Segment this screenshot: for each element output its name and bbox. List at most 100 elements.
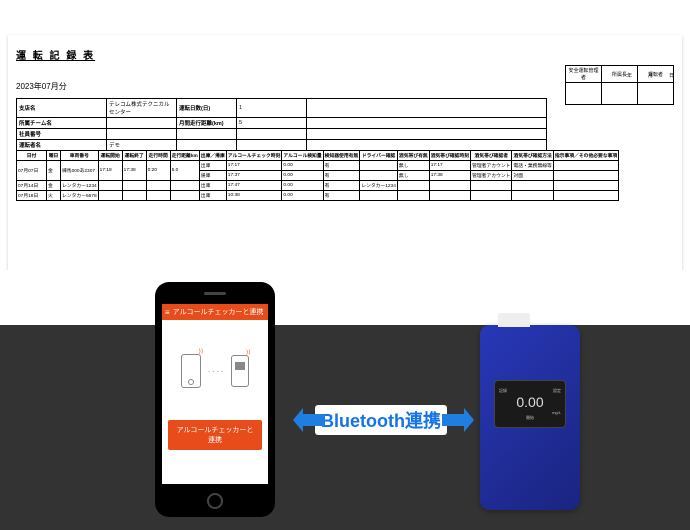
- table-cell: 練馬000あ2307: [61, 161, 99, 181]
- driving-data-table: 日付曜日車両番号運転開始運転終了走行時間走行距離km出庫／帰庫アルコールチェック…: [16, 150, 619, 201]
- bluetooth-label: Bluetooth連携: [315, 405, 447, 435]
- table-cell: 出庫: [199, 181, 226, 191]
- devices-row: ⟩⟩ ···· ⟩⟩: [168, 354, 262, 388]
- table-cell: 0:20: [146, 161, 170, 181]
- emp-no-value: [107, 129, 177, 140]
- phone-screen: ≡ アルコールチェッカーと連携 ⟩⟩ ···· ⟩⟩ アルコールチェッカーと連携: [162, 304, 268, 484]
- table-cell: [146, 191, 170, 201]
- table-cell: 0.00: [282, 191, 323, 201]
- table-cell: 17:47: [226, 181, 282, 191]
- arrow-right-icon: [442, 408, 474, 432]
- table-cell: [553, 181, 618, 191]
- table-cell: 17:38: [122, 161, 146, 181]
- table-cell: 有: [323, 161, 360, 171]
- device-start: 開始: [526, 415, 534, 421]
- connect-button[interactable]: アルコールチェッカーと連携: [168, 420, 262, 450]
- table-cell: 金: [47, 161, 61, 181]
- drive-days-value: 1: [237, 99, 307, 118]
- promo-background-top: [0, 270, 690, 325]
- table-cell: レンタカー5678: [61, 191, 99, 201]
- phone-speaker: [204, 292, 226, 295]
- table-cell: 07月14日: [17, 181, 47, 191]
- table-cell: 17:37: [226, 171, 282, 181]
- table-cell: [512, 191, 553, 201]
- branch-label: 支店名: [17, 99, 107, 118]
- menu-icon: ≡: [165, 308, 170, 317]
- table-cell: 無し: [397, 171, 429, 181]
- document-title: 運 転 記 録 表: [16, 47, 674, 62]
- monthly-km-value: 5: [237, 118, 307, 129]
- table-cell: [471, 181, 512, 191]
- device-menu-settings: 設定: [553, 388, 561, 394]
- table-cell: 有: [323, 191, 360, 201]
- signal-icon-2: ⟩⟩: [246, 349, 251, 356]
- table-cell: 07月18日: [17, 191, 47, 201]
- table-cell: [122, 181, 146, 191]
- col-header: 曜日: [47, 151, 61, 161]
- table-cell: [429, 181, 470, 191]
- table-cell: [512, 181, 553, 191]
- approval-col-1: 安全運転管理者: [566, 66, 602, 83]
- app-body: ⟩⟩ ···· ⟩⟩ アルコールチェッカーと連携: [162, 320, 268, 464]
- col-header: 走行距離km: [170, 151, 199, 161]
- device-menu-record: 記録: [499, 388, 507, 394]
- table-cell: [397, 181, 429, 191]
- table-cell: 有: [323, 181, 360, 191]
- team-label: 所属チーム名: [17, 118, 107, 129]
- table-cell: 17:17: [429, 161, 470, 171]
- table-cell: [553, 161, 618, 171]
- mini-device-icon: [231, 355, 249, 387]
- dots-icon: ····: [207, 366, 224, 377]
- table-cell: 17:17: [226, 161, 282, 171]
- table-cell: [122, 191, 146, 201]
- driver-value: デモ: [107, 140, 177, 151]
- table-cell: [98, 181, 122, 191]
- table-cell: 17:38: [429, 171, 470, 181]
- col-header: 出庫／帰庫: [199, 151, 226, 161]
- table-cell: [170, 181, 199, 191]
- device-reading: 0.00: [516, 394, 543, 410]
- table-cell: 管理者アカウント: [471, 171, 512, 181]
- mini-phone-wrap: ⟩⟩: [181, 354, 201, 388]
- table-cell: [553, 171, 618, 181]
- driver-label: 運転者名: [17, 140, 107, 151]
- table-cell: [397, 191, 429, 201]
- app-header: ≡ アルコールチェッカーと連携: [162, 304, 268, 320]
- table-cell: 有: [323, 171, 360, 181]
- phone-home-button: [207, 493, 223, 509]
- mini-device-wrap: ⟩⟩: [231, 355, 249, 387]
- device-mouthpiece: [498, 313, 530, 327]
- col-header: 酒気帯び確認方法: [512, 151, 553, 161]
- col-header: 運転開始: [98, 151, 122, 161]
- driving-record-document: 運 転 記 録 表 年 月 日 安全運転管理者 所属長 運転者 2023年07月…: [8, 35, 682, 285]
- signal-icon: ⟩⟩: [199, 348, 204, 355]
- col-header: 車両番号: [61, 151, 99, 161]
- table-cell: 帰庫: [199, 171, 226, 181]
- table-cell: 対面: [512, 171, 553, 181]
- approval-table: 安全運転管理者 所属長 運転者: [565, 65, 674, 105]
- alcohol-checker-device: 記録 設定 0.00 mg/L 開始: [480, 325, 580, 510]
- approval-col-3: 運転者: [638, 66, 674, 83]
- table-cell: [553, 191, 618, 201]
- col-header: 日付: [17, 151, 47, 161]
- table-cell: [360, 161, 398, 171]
- table-cell: 17:18: [98, 161, 122, 181]
- table-row: 07月14日金レンタカー1234出庫17:470.00有レンタカー1234: [17, 181, 619, 191]
- table-cell: [471, 191, 512, 201]
- drive-days-label: 運転日数(日): [177, 99, 237, 118]
- col-header: 走行時間: [146, 151, 170, 161]
- device-screen: 記録 設定 0.00 mg/L 開始: [494, 380, 566, 428]
- col-header: 指示事項／その他必要な事項: [553, 151, 618, 161]
- promo-background: [0, 270, 690, 530]
- table-cell: 10:38: [226, 191, 282, 201]
- emp-no-label: 社員番号: [17, 129, 107, 140]
- col-header: アルコール検知量: [282, 151, 323, 161]
- table-cell: 07月07日: [17, 161, 47, 181]
- table-cell: [429, 191, 470, 201]
- col-header: 運転終了: [122, 151, 146, 161]
- table-cell: 火: [47, 191, 61, 201]
- table-cell: [170, 191, 199, 201]
- col-header: 酒気帯び確認者: [471, 151, 512, 161]
- mini-phone-icon: [181, 354, 201, 388]
- branch-value: テレコム株式テクニカルセンター: [107, 99, 177, 118]
